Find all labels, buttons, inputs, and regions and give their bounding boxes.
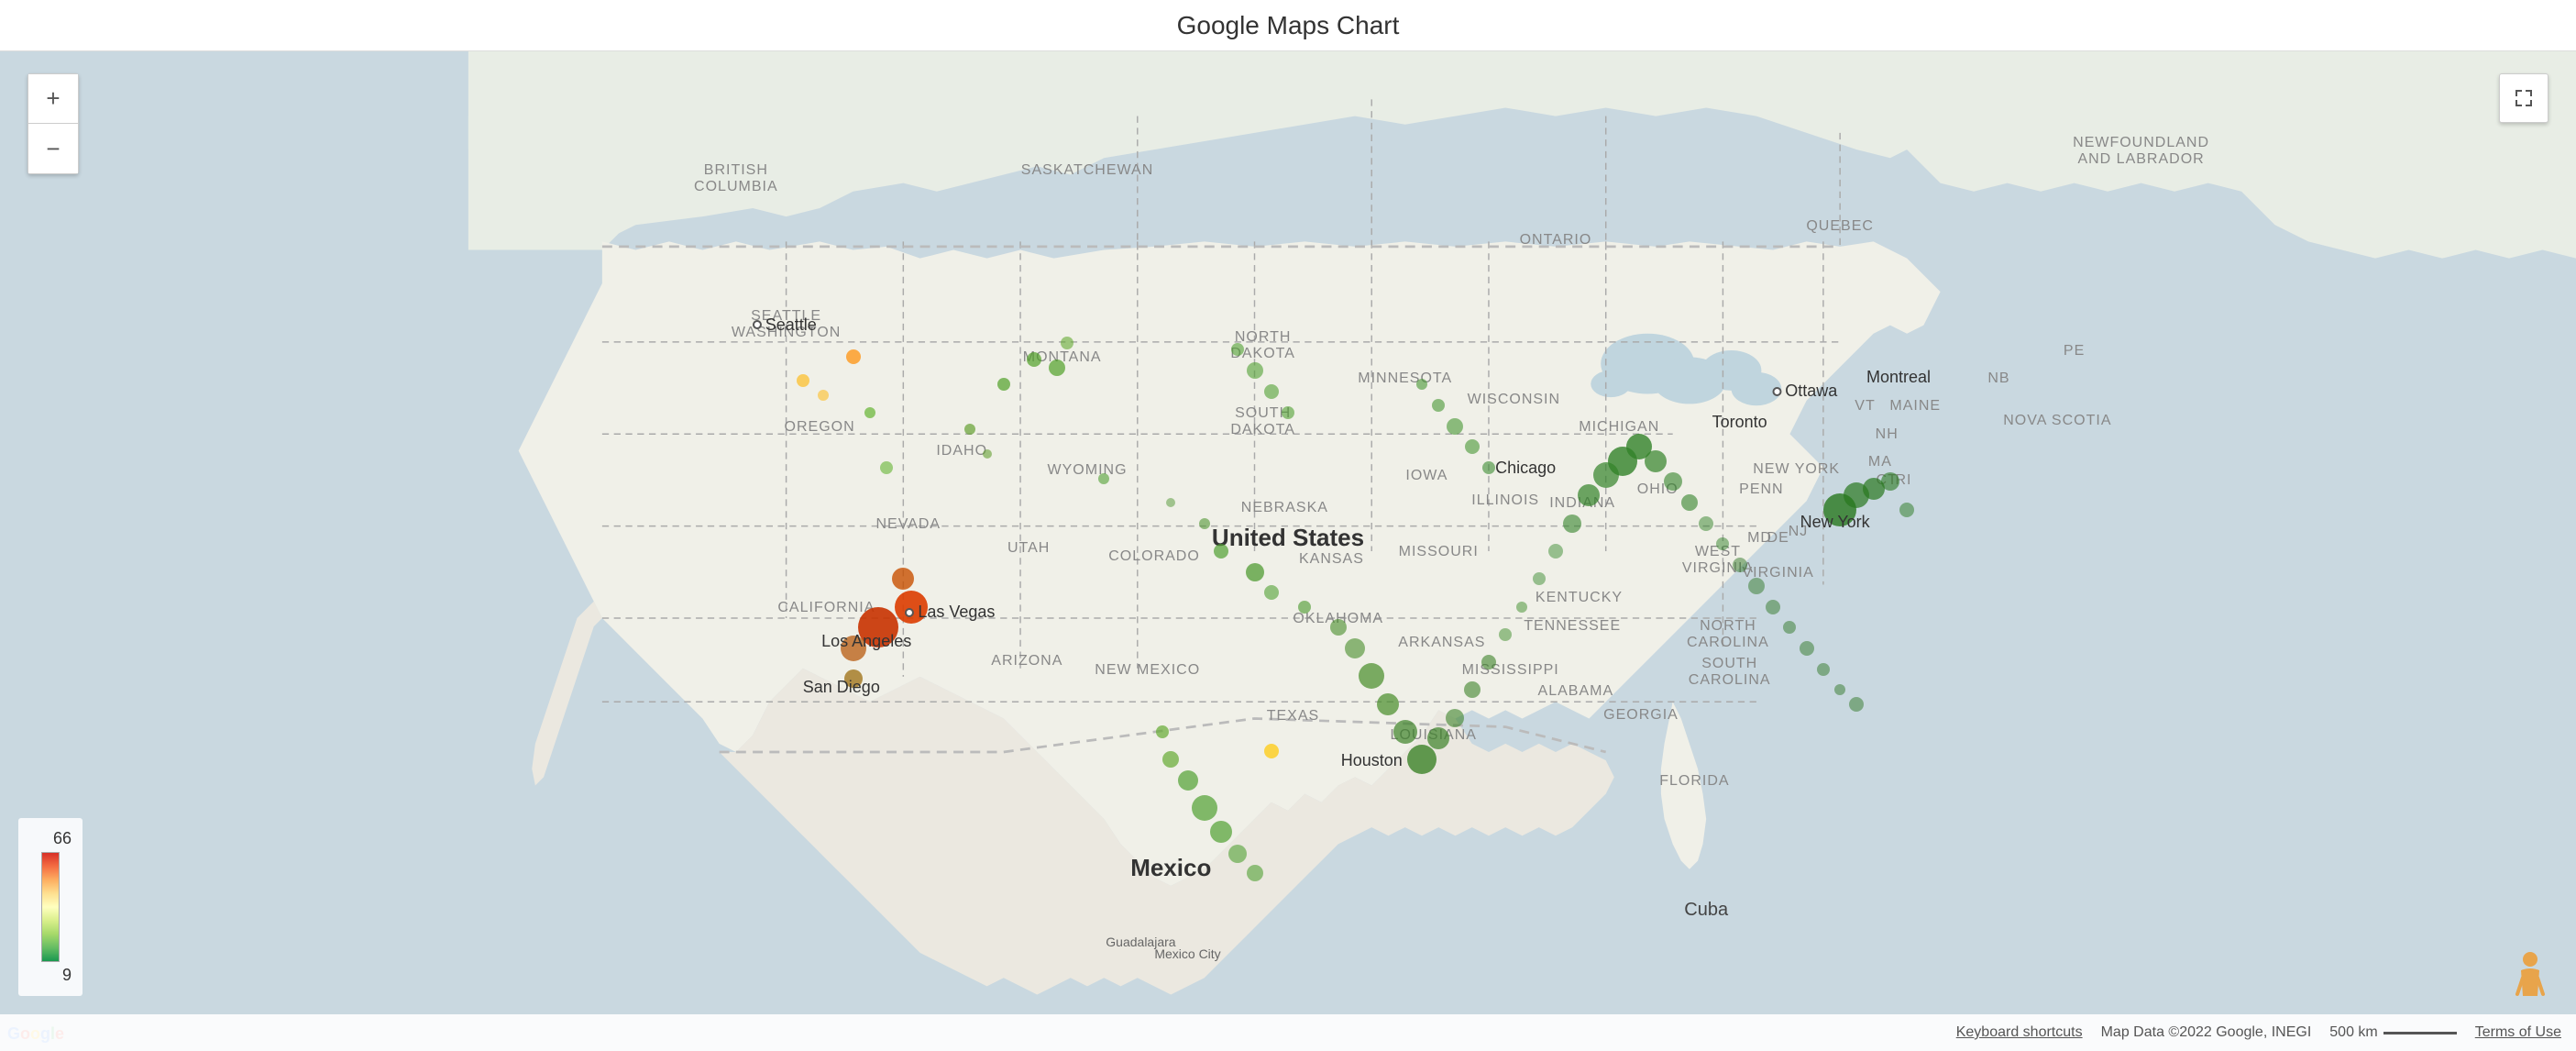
city-group-chicago: Chicago xyxy=(1495,459,1556,478)
legend-gradient xyxy=(41,852,60,962)
city-group-san-diego: San Diego xyxy=(803,678,880,697)
scale-label: 500 km xyxy=(2329,1024,2377,1041)
city-label-los-angeles: Los Angeles xyxy=(821,632,911,651)
terms-of-use-link[interactable]: Terms of Use xyxy=(2475,1024,2561,1041)
map-svg xyxy=(0,51,2576,1051)
street-view-icon[interactable] xyxy=(2512,950,2548,1005)
city-group-las-vegas: Las Vegas xyxy=(905,603,995,622)
fullscreen-icon xyxy=(2513,87,2535,109)
city-group-seattle: Seattle xyxy=(753,315,817,335)
map-container: Google Maps Chart xyxy=(0,0,2576,1051)
map-background[interactable]: BRITISH COLUMBIASASKATCHEWANONTARIOQUEBE… xyxy=(0,51,2576,1051)
city-label-las-vegas: Las Vegas xyxy=(918,603,995,622)
scale-line xyxy=(2383,1032,2457,1034)
zoom-controls: + − xyxy=(28,73,79,174)
street-view-figure xyxy=(2512,950,2548,1005)
map-title: Google Maps Chart xyxy=(1177,11,1400,40)
bottom-bar: Keyboard shortcuts Map Data ©2022 Google… xyxy=(0,1014,2576,1051)
city-label-houston: Houston xyxy=(1341,751,1403,770)
keyboard-shortcuts-link[interactable]: Keyboard shortcuts xyxy=(1956,1024,2083,1041)
legend-max-value: 66 xyxy=(29,829,72,848)
map-title-bar: Google Maps Chart xyxy=(0,0,2576,51)
legend: 66 9 xyxy=(18,818,83,996)
city-group-los-angeles: Los Angeles xyxy=(821,632,911,651)
city-group-toronto: Toronto xyxy=(1712,413,1767,432)
city-label-san-diego: San Diego xyxy=(803,678,880,697)
legend-min-value: 9 xyxy=(29,966,72,985)
city-label-new-york: New York xyxy=(1800,513,1870,532)
city-group-new-york: New York xyxy=(1800,513,1870,532)
map-data-label: Map Data ©2022 Google, INEGI xyxy=(2101,1024,2312,1041)
city-group-ottawa: Ottawa xyxy=(1772,382,1837,401)
city-group-montreal: Montreal xyxy=(1866,368,1931,387)
city-label-ottawa: Ottawa xyxy=(1785,382,1837,401)
city-dot-ottawa xyxy=(1772,387,1781,396)
city-label-toronto: Toronto xyxy=(1712,413,1767,432)
city-dot-seattle xyxy=(753,320,762,329)
city-dot-las-vegas xyxy=(905,608,914,617)
scale-bar: 500 km xyxy=(2329,1024,2456,1041)
fullscreen-button[interactable] xyxy=(2499,73,2548,123)
city-label-chicago: Chicago xyxy=(1495,459,1556,478)
zoom-out-button[interactable]: − xyxy=(28,124,78,173)
city-group-houston: Houston xyxy=(1341,751,1403,770)
zoom-in-button[interactable]: + xyxy=(28,74,78,124)
city-label-seattle: Seattle xyxy=(765,315,817,335)
city-label-montreal: Montreal xyxy=(1866,368,1931,387)
